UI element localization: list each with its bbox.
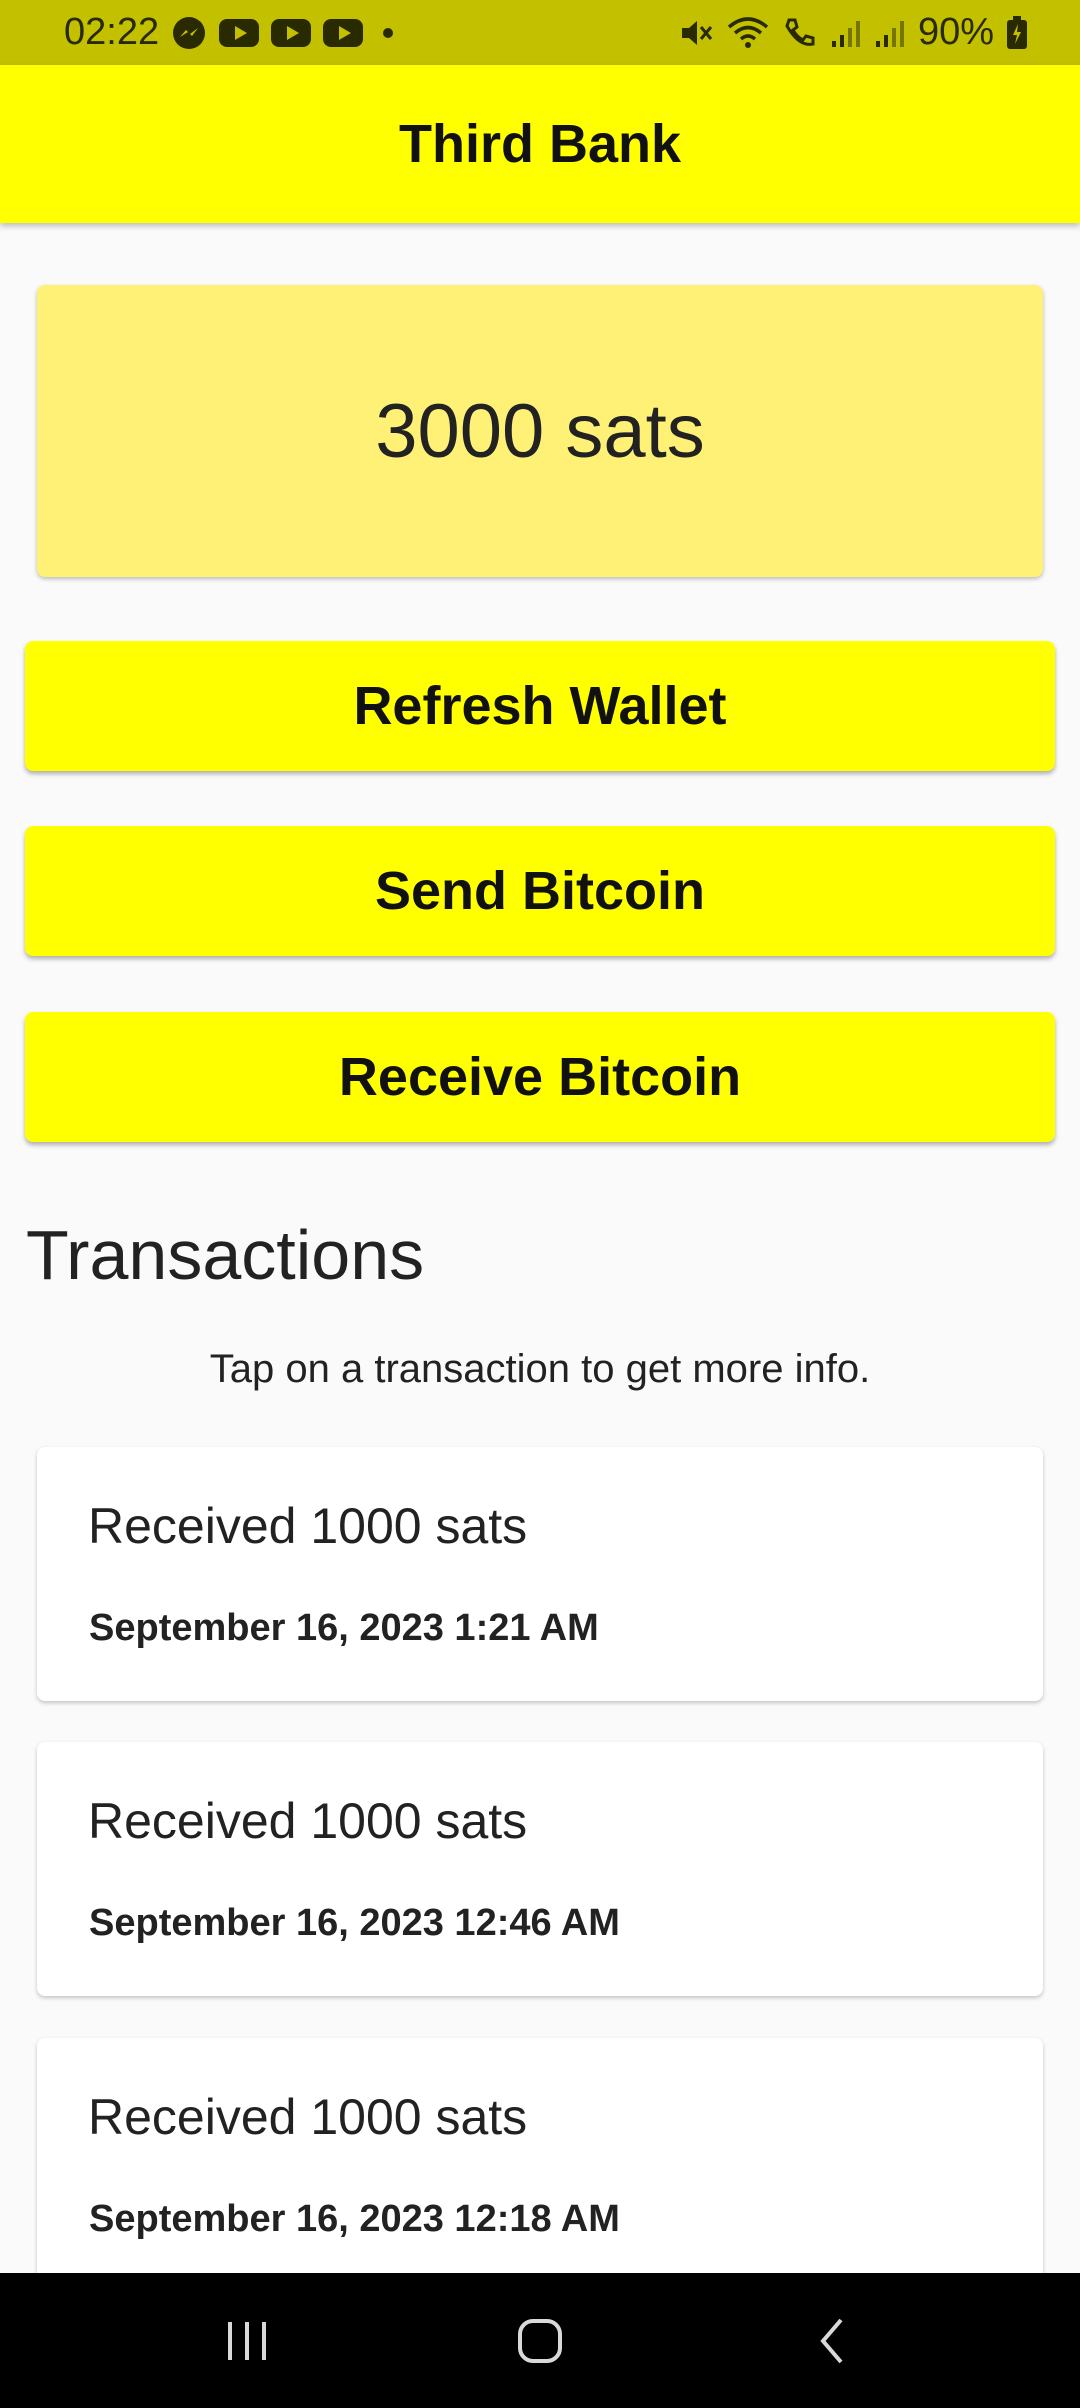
back-icon — [820, 2318, 843, 2363]
signal-icon — [874, 17, 906, 49]
app-title: Third Bank — [398, 114, 682, 174]
recent-apps-button[interactable] — [187, 2291, 307, 2391]
refresh-wallet-button[interactable]: Refresh Wallet — [25, 641, 1055, 771]
status-time: 02:22 — [64, 11, 160, 53]
transaction-date: September 16, 2023 12:18 AM — [89, 2198, 620, 2240]
youtube-icon — [219, 18, 260, 47]
back-button[interactable] — [773, 2291, 893, 2391]
notification-dot-icon — [383, 27, 394, 38]
call-icon — [782, 15, 818, 51]
youtube-icon — [323, 18, 364, 47]
signal-icon — [830, 17, 862, 49]
home-icon — [517, 2318, 562, 2363]
messenger-icon — [171, 15, 207, 51]
battery-icon — [1006, 15, 1028, 50]
balance-amount: 3000 sats — [375, 388, 705, 474]
transaction-card[interactable]: Received 1000 sats September 16, 2023 12… — [37, 1742, 1043, 1996]
receive-bitcoin-button[interactable]: Receive Bitcoin — [25, 1012, 1055, 1142]
youtube-icon — [271, 18, 312, 47]
status-left: 02:22 — [64, 11, 394, 54]
battery-percent: 90% — [917, 11, 994, 53]
transaction-card[interactable]: Received 1000 sats September 16, 2023 1:… — [37, 1447, 1043, 1701]
transaction-title: Received 1000 sats — [88, 1793, 528, 1849]
transaction-card[interactable]: Received 1000 sats September 16, 2023 12… — [37, 2038, 1043, 2292]
transaction-title: Received 1000 sats — [88, 2089, 528, 2145]
transaction-title: Received 1000 sats — [88, 1498, 528, 1554]
transactions-title: Transactions — [26, 1216, 425, 1294]
home-button[interactable] — [480, 2291, 600, 2391]
status-bar: 02:22 90% — [0, 0, 1080, 65]
recent-apps-icon — [227, 2321, 266, 2360]
navigation-bar — [0, 2273, 1080, 2408]
app-bar: Third Bank — [0, 65, 1080, 223]
transactions-hint: Tap on a transaction to get more info. — [209, 1347, 871, 1391]
transaction-date: September 16, 2023 12:46 AM — [89, 1902, 620, 1944]
mute-icon — [678, 15, 714, 51]
transaction-date: September 16, 2023 1:21 AM — [89, 1607, 599, 1649]
wifi-icon — [726, 15, 770, 51]
balance-card: 3000 sats — [37, 285, 1043, 577]
send-bitcoin-button[interactable]: Send Bitcoin — [25, 826, 1055, 956]
status-right: 90% — [678, 11, 1028, 54]
